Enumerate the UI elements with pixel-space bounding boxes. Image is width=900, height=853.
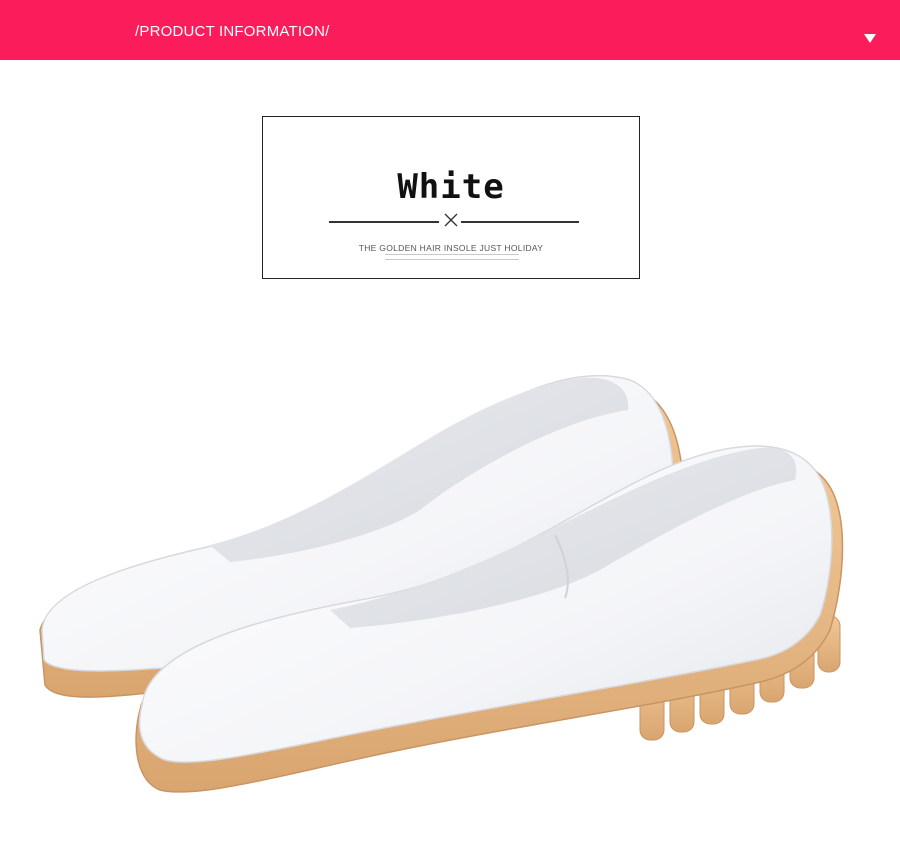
product-image xyxy=(39,375,844,793)
section-title: /PRODUCT INFORMATION/ xyxy=(135,23,330,40)
header-bar: /PRODUCT INFORMATION/ xyxy=(0,0,900,60)
triangle-down-icon[interactable] xyxy=(864,34,876,43)
divider-right xyxy=(461,221,579,223)
x-icon xyxy=(444,213,458,227)
divider-left xyxy=(329,221,439,223)
color-name: White xyxy=(397,167,505,207)
color-label-card: White THE GOLDEN HAIR INSOLE JUST HOLIDA… xyxy=(262,116,640,279)
tagline: THE GOLDEN HAIR INSOLE JUST HOLIDAY xyxy=(358,243,544,253)
fine-print-lines xyxy=(385,254,519,268)
